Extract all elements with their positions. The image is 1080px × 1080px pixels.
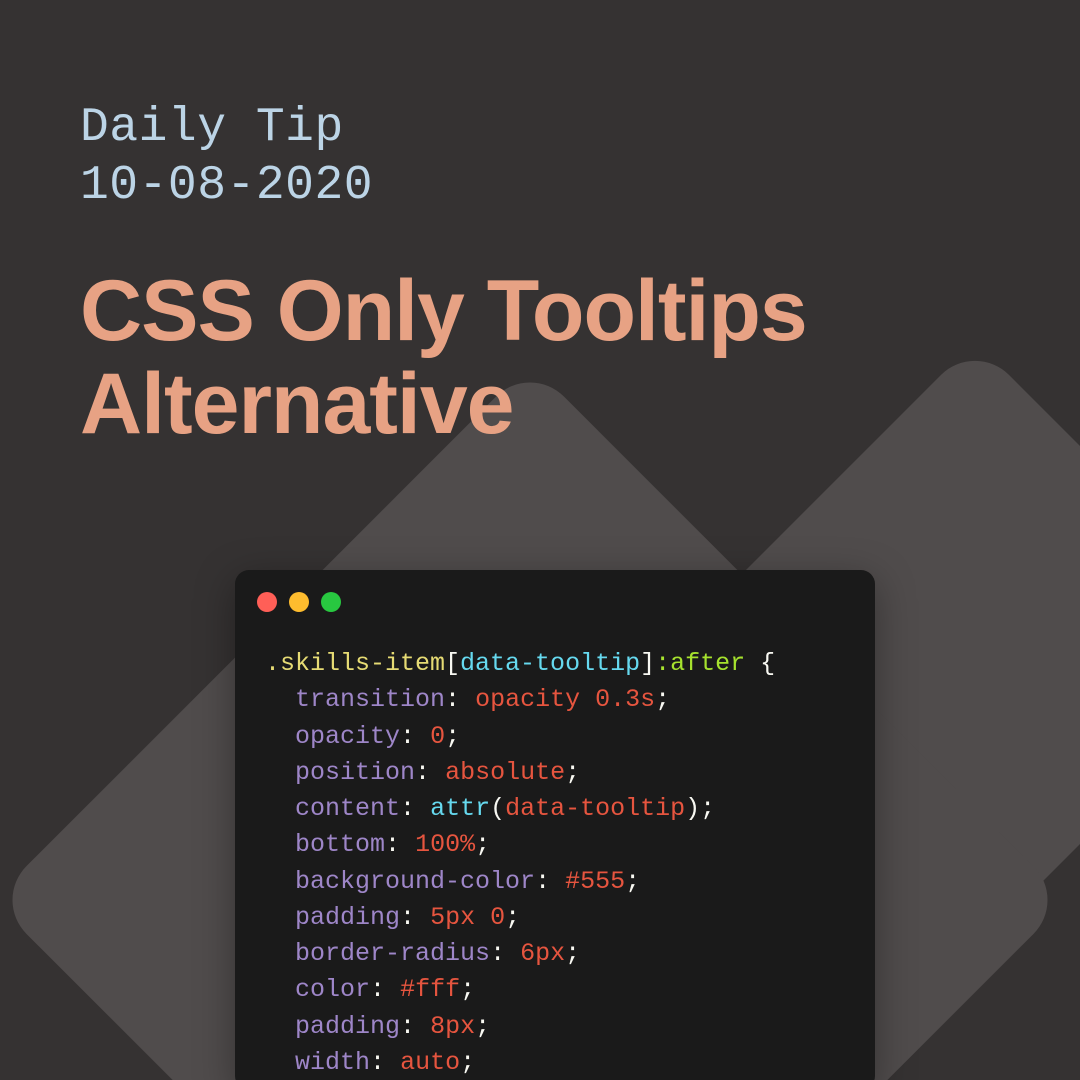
close-icon (257, 592, 277, 612)
kicker-line-1: Daily Tip (80, 100, 1000, 158)
kicker-line-2: 10-08-2020 (80, 158, 1000, 216)
code-block: .skills-item[data-tooltip]:after { trans… (235, 612, 875, 1080)
minimize-icon (289, 592, 309, 612)
zoom-icon (321, 592, 341, 612)
main-title: CSS Only Tooltips Alternative (80, 265, 1000, 451)
code-editor-window: .skills-item[data-tooltip]:after { trans… (235, 570, 875, 1080)
window-traffic-lights (235, 570, 875, 612)
kicker: Daily Tip 10-08-2020 (80, 100, 1000, 215)
content-area: Daily Tip 10-08-2020 CSS Only Tooltips A… (0, 0, 1080, 451)
